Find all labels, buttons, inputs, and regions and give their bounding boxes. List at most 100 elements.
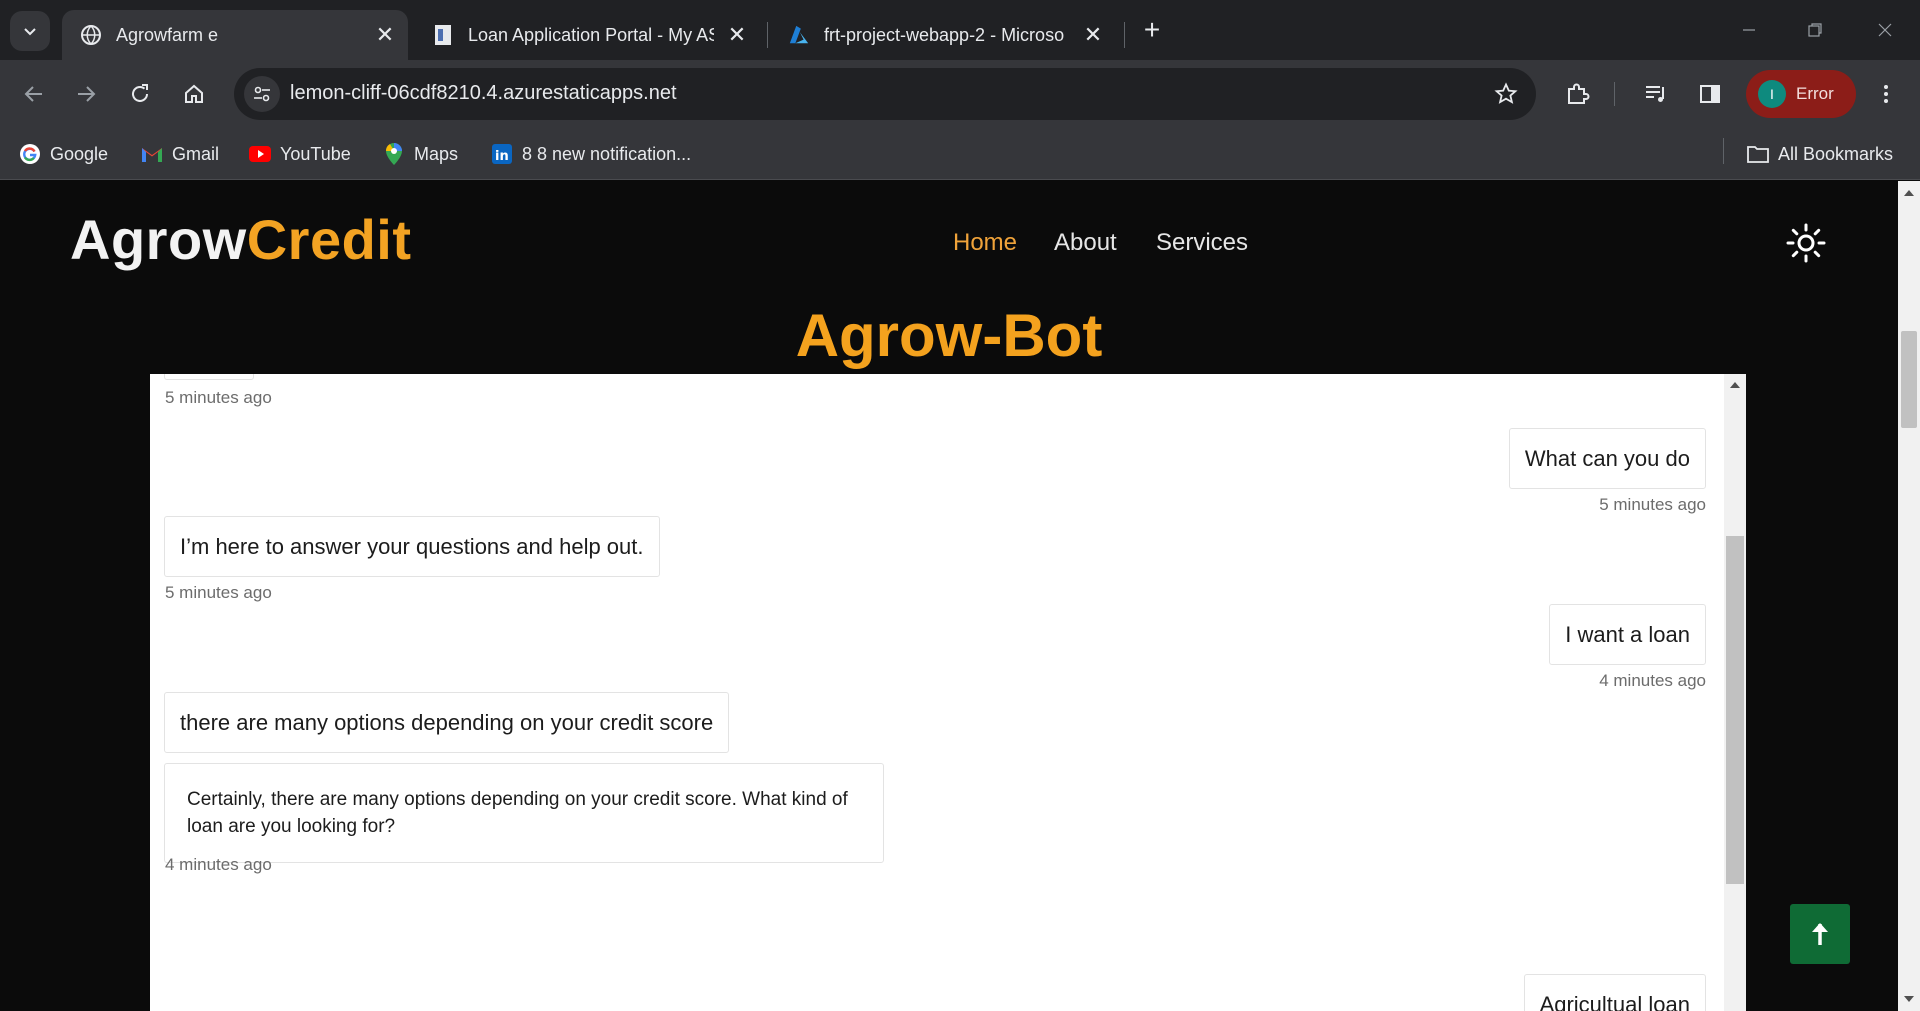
nav-about[interactable]: About (1054, 229, 1117, 257)
bookmark-linkedin[interactable]: in 8 8 new notification... (490, 138, 691, 170)
scroll-down-arrow-icon[interactable] (1898, 989, 1920, 1009)
message-timestamp: 5 minutes ago (1599, 495, 1706, 514)
tune-icon (254, 86, 270, 102)
close-icon (1878, 23, 1892, 37)
restore-button[interactable] (1782, 10, 1848, 50)
tab-loan-portal[interactable]: Loan Application Portal - My AS ✕ (414, 10, 760, 60)
tab-title: frt-project-webapp-2 - Microso (824, 24, 1065, 45)
chat-message-user: Agricultual loan (1523, 974, 1706, 1011)
document-icon (432, 24, 454, 46)
tab-title: Loan Application Portal - My AS (468, 24, 714, 45)
chevron-down-icon (24, 28, 36, 36)
minimize-button[interactable] (1716, 10, 1782, 50)
azure-icon (788, 24, 810, 46)
browser-menu-button[interactable] (1866, 74, 1906, 114)
avatar: I (1758, 80, 1786, 108)
svg-text:in: in (495, 149, 509, 164)
message-timestamp: 4 minutes ago (1599, 671, 1706, 690)
all-bookmarks-button[interactable]: All Bookmarks (1746, 138, 1893, 170)
logo-text-agrow: Agrow (70, 208, 247, 271)
bookmark-gmail[interactable]: Gmail (140, 138, 219, 170)
youtube-icon (248, 142, 272, 166)
bookmark-label: Gmail (172, 143, 220, 164)
toolbar-divider (1614, 82, 1615, 106)
profile-button[interactable]: I Error (1746, 70, 1856, 118)
forward-button[interactable] (66, 74, 106, 114)
bookmarks-separator (1723, 138, 1724, 164)
scroll-up-arrow-icon[interactable] (1724, 374, 1746, 396)
folder-icon (1746, 142, 1770, 166)
bookmark-label: YouTube (280, 143, 351, 164)
reload-button[interactable] (120, 74, 160, 114)
back-button[interactable] (14, 74, 54, 114)
address-bar[interactable]: lemon-cliff-06cdf8210.4.azurestaticapps.… (234, 68, 1536, 120)
close-tab-icon[interactable]: ✕ (372, 22, 398, 48)
close-tab-icon[interactable]: ✕ (1080, 22, 1106, 48)
arrow-left-icon (24, 86, 42, 102)
restore-icon (1808, 23, 1822, 37)
google-icon (18, 142, 42, 166)
gmail-icon (140, 142, 164, 166)
chat-message-bot: I’m here to answer your questions and he… (164, 516, 660, 577)
linkedin-icon: in (490, 142, 514, 166)
arrow-right-icon (78, 86, 96, 102)
site-logo[interactable]: AgrowCredit (70, 207, 412, 272)
tab-search-button[interactable] (10, 11, 50, 51)
tab-title: Agrowfarm e (116, 24, 219, 45)
media-controls-button[interactable] (1636, 74, 1676, 114)
message-timestamp: 5 minutes ago (165, 583, 272, 602)
arrow-up-icon (1812, 923, 1828, 945)
page-title: Agrow-Bot (795, 302, 1103, 369)
chat-scrollbar[interactable] (1724, 374, 1746, 1011)
new-tab-button[interactable]: + (1136, 14, 1168, 46)
message-timestamp: 4 minutes ago (165, 855, 272, 874)
minimize-icon (1743, 29, 1755, 31)
tab-azure[interactable]: frt-project-webapp-2 - Microso ✕ (770, 10, 1116, 60)
extensions-button[interactable] (1557, 74, 1597, 114)
chat-scrollbar-thumb[interactable] (1726, 536, 1744, 884)
scroll-up-arrow-icon[interactable] (1898, 183, 1920, 203)
chat-window[interactable]: 5 minutes ago What can you do 5 minutes … (150, 374, 1746, 1011)
theme-toggle-button[interactable] (1786, 223, 1826, 263)
close-window-button[interactable] (1852, 10, 1918, 50)
site-info-button[interactable] (244, 76, 280, 112)
bookmark-google[interactable]: Google (18, 138, 108, 170)
message-text: I’m here to answer your questions and he… (180, 534, 644, 559)
more-vert-icon (1884, 85, 1888, 103)
maps-icon (382, 142, 406, 166)
bookmark-label: Maps (414, 143, 459, 164)
chat-message-bot: Certainly, there are many options depend… (164, 763, 884, 863)
all-bookmarks-label: All Bookmarks (1778, 143, 1894, 164)
chat-message-user: What can you do (1508, 428, 1706, 489)
page-scrollbar[interactable] (1898, 181, 1920, 1011)
puzzle-icon (1568, 83, 1590, 104)
message-text: I want a loan (1565, 622, 1690, 647)
bookmark-label: Google (50, 143, 109, 164)
queue-music-icon (1646, 86, 1664, 102)
side-panel-icon (1700, 85, 1720, 103)
home-button[interactable] (174, 74, 214, 114)
nav-services[interactable]: Services (1156, 229, 1248, 257)
profile-status: Error (1796, 84, 1834, 103)
side-panel-button[interactable] (1690, 74, 1730, 114)
message-text: there are many options depending on your… (180, 710, 714, 735)
globe-icon (80, 24, 102, 46)
bookmark-youtube[interactable]: YouTube (248, 138, 351, 170)
url-text[interactable]: lemon-cliff-06cdf8210.4.azurestaticapps.… (290, 82, 677, 105)
nav-home[interactable]: Home (953, 229, 1017, 257)
browser-tab-strip: Agrowfarm e ✕ Loan Application Portal - … (0, 0, 1920, 60)
chat-message-bot (164, 374, 254, 380)
bookmark-maps[interactable]: Maps (382, 138, 458, 170)
bookmark-star-button[interactable] (1492, 80, 1520, 108)
chat-message-bot: there are many options depending on your… (164, 692, 730, 753)
bookmarks-bar: Google Gmail YouTube Maps in 8 8 new not… (0, 128, 1920, 180)
page-scrollbar-thumb[interactable] (1901, 331, 1917, 428)
sun-icon (1786, 223, 1826, 263)
home-icon (185, 84, 203, 103)
logo-text-credit: Credit (246, 208, 412, 271)
close-tab-icon[interactable]: ✕ (724, 22, 750, 48)
tab-separator (1124, 22, 1125, 48)
tab-agrowfarm[interactable]: Agrowfarm e ✕ (62, 10, 408, 60)
tab-separator (767, 22, 768, 48)
back-to-top-button[interactable] (1790, 904, 1850, 964)
